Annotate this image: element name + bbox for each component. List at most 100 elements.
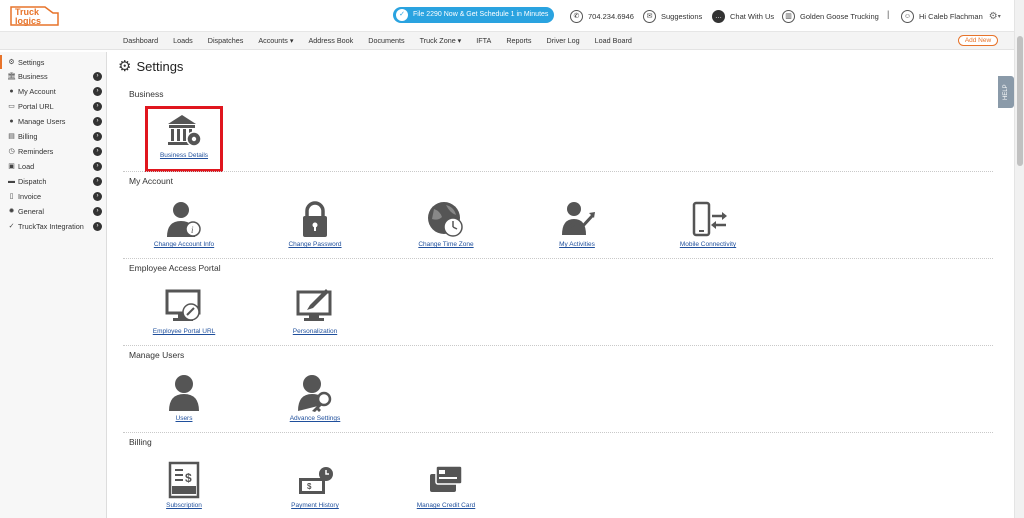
suggestions-link[interactable]: ✉ Suggestions: [643, 8, 702, 24]
chevron-down-icon[interactable]: ▾: [998, 13, 1001, 20]
chat-link[interactable]: … Chat With Us: [712, 8, 774, 24]
tile-employee-portal-url[interactable]: Employee Portal URL: [139, 286, 229, 335]
tile-label[interactable]: Personalization: [270, 328, 360, 335]
nav-dispatches[interactable]: Dispatches: [208, 32, 244, 50]
bill-icon: ▤: [8, 133, 15, 140]
chevron-right-icon[interactable]: ›: [93, 177, 102, 186]
nav-address-book[interactable]: Address Book: [309, 32, 354, 50]
tile-users[interactable]: Users: [139, 373, 229, 422]
promo-text: File 2290 Now & Get Schedule 1 in Minute…: [413, 11, 549, 18]
user-icon: [169, 375, 199, 411]
message-icon: ✉: [643, 9, 656, 23]
sidebar-item-label: General: [18, 206, 44, 216]
sidebar-item-label: Settings: [18, 57, 45, 67]
tile-label[interactable]: Subscription: [139, 502, 229, 509]
tile-label[interactable]: Change Time Zone: [401, 241, 491, 248]
sidebar-item-label: TruckTax Integration: [18, 221, 84, 231]
nav-truck-zone[interactable]: Truck Zone ▾: [420, 32, 462, 50]
sidebar-item-business[interactable]: 🏛 Business ›: [0, 69, 107, 83]
tile-label[interactable]: Mobile Connectivity: [663, 241, 753, 248]
tile-personalization[interactable]: Personalization: [270, 286, 360, 335]
chevron-right-icon[interactable]: ›: [93, 132, 102, 141]
chevron-right-icon[interactable]: ›: [93, 87, 102, 96]
sidebar-item-settings[interactable]: ⚙ Settings: [0, 55, 107, 69]
top-header: Truck logics ✓ File 2290 Now & Get Sched…: [0, 0, 1024, 32]
main-navbar: Dashboard Loads Dispatches Accounts ▾ Ad…: [0, 32, 1024, 50]
settings-main: ⚙ Settings Business Business Details My …: [108, 52, 1013, 518]
company-switcher[interactable]: ▥ Golden Goose Trucking: [782, 8, 879, 24]
tile-payment-history[interactable]: $ Payment History: [270, 460, 360, 509]
tile-label[interactable]: Employee Portal URL: [139, 328, 229, 335]
sidebar-item-label: My Account: [18, 86, 56, 96]
sidebar-item-my-account[interactable]: ● My Account ›: [0, 84, 107, 98]
sidebar-item-invoice[interactable]: ▯ Invoice ›: [0, 189, 107, 203]
nav-accounts[interactable]: Accounts ▾: [258, 32, 293, 50]
nav-ifta[interactable]: IFTA: [476, 32, 491, 50]
sidebar-item-manage-users[interactable]: ● Manage Users ›: [0, 114, 107, 128]
nav-loads[interactable]: Loads: [173, 32, 193, 50]
nav-load-board[interactable]: Load Board: [595, 32, 632, 50]
gear-icon[interactable]: ⚙: [989, 11, 998, 22]
scrollbar-thumb[interactable]: [1017, 36, 1023, 166]
chevron-right-icon[interactable]: ›: [93, 147, 102, 156]
suggestions-label: Suggestions: [661, 11, 703, 21]
svg-text:$: $: [185, 471, 192, 485]
page-title-text: Settings: [136, 58, 184, 74]
section-divider: [123, 258, 993, 259]
chevron-right-icon[interactable]: ›: [93, 192, 102, 201]
document-icon: ▯: [9, 193, 14, 200]
tile-advance-settings[interactable]: Advance Settings: [270, 373, 360, 422]
subscription-document-icon: $: [168, 461, 200, 499]
chevron-right-icon[interactable]: ›: [93, 222, 102, 231]
tile-label[interactable]: Users: [139, 415, 229, 422]
tile-label[interactable]: My Activities: [532, 241, 622, 248]
nav-driver-log[interactable]: Driver Log: [547, 32, 580, 50]
tile-label[interactable]: Payment History: [270, 502, 360, 509]
chevron-right-icon[interactable]: ›: [93, 102, 102, 111]
user-menu[interactable]: ☺ Hi Caleb Flachman ⚙ ▾: [901, 8, 1001, 24]
tile-change-account-info[interactable]: i Change Account Info: [139, 199, 229, 248]
sidebar-item-trucktax-integration[interactable]: ✓ TruckTax Integration ›: [0, 219, 107, 233]
tile-change-time-zone[interactable]: Change Time Zone: [401, 199, 491, 248]
tile-change-password[interactable]: Change Password: [270, 199, 360, 248]
sidebar-item-load[interactable]: ▣ Load ›: [0, 159, 107, 173]
sidebar-item-billing[interactable]: ▤ Billing ›: [0, 129, 107, 143]
sidebar-item-reminders[interactable]: ◷ Reminders ›: [0, 144, 107, 158]
section-title-manage-users: Manage Users: [129, 350, 185, 360]
add-new-button[interactable]: Add New: [958, 35, 998, 46]
tile-subscription[interactable]: $ Subscription: [139, 460, 229, 509]
nav-documents[interactable]: Documents: [368, 32, 404, 50]
chevron-right-icon[interactable]: ›: [93, 162, 102, 171]
users-icon: ●: [9, 117, 14, 125]
tile-label[interactable]: Manage Credit Card: [401, 502, 491, 509]
sidebar-item-general[interactable]: ✹ General ›: [0, 204, 107, 218]
chevron-right-icon[interactable]: ›: [93, 72, 102, 81]
sidebar-item-label: Business: [18, 71, 48, 81]
nav-dashboard[interactable]: Dashboard: [123, 32, 158, 50]
tile-my-activities[interactable]: My Activities: [532, 199, 622, 248]
page-scrollbar[interactable]: [1014, 0, 1024, 518]
phone-icon: ✆: [570, 9, 583, 23]
sidebar-item-dispatch[interactable]: ▬ Dispatch ›: [0, 174, 107, 188]
promo-banner-button[interactable]: ✓ File 2290 Now & Get Schedule 1 in Minu…: [393, 7, 555, 23]
chevron-right-icon[interactable]: ›: [93, 207, 102, 216]
tile-label[interactable]: Advance Settings: [270, 415, 360, 422]
gear-icon: ⚙: [8, 59, 15, 66]
trucklogics-logo[interactable]: Truck logics: [9, 4, 61, 28]
tile-manage-credit-card[interactable]: Manage Credit Card: [401, 460, 491, 509]
sidebar-item-portal-url[interactable]: ▭ Portal URL ›: [0, 99, 107, 113]
section-divider: [123, 171, 993, 172]
globe-clock-icon: [428, 202, 463, 237]
phone-item[interactable]: ✆ 704.234.6946: [570, 8, 634, 24]
chevron-right-icon[interactable]: ›: [93, 117, 102, 126]
header-separator: |: [887, 9, 890, 19]
clock-icon: ◷: [8, 148, 15, 155]
tile-label[interactable]: Change Account Info: [139, 241, 229, 248]
tile-mobile-connectivity[interactable]: Mobile Connectivity: [663, 199, 753, 248]
gear-icon: ⚙: [118, 58, 132, 75]
section-divider: [123, 432, 993, 433]
help-tab[interactable]: HELP: [998, 76, 1014, 108]
nav-reports[interactable]: Reports: [506, 32, 531, 50]
section-title-business: Business: [129, 89, 164, 99]
tile-label[interactable]: Change Password: [270, 241, 360, 248]
